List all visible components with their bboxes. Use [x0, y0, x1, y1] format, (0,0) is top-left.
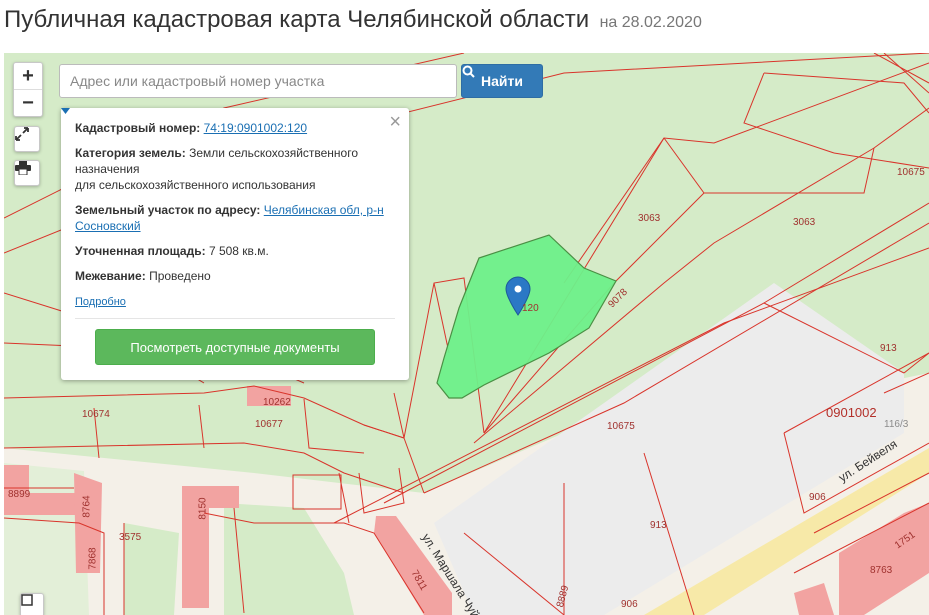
map-view[interactable]: 120 0901002 10675 3063 3063 9078 913 106…: [4, 53, 929, 615]
quarter-label: 0901002: [826, 405, 877, 420]
zoom-control: + −: [13, 62, 43, 117]
green-area: [224, 503, 354, 615]
parcel-label: 3063: [793, 217, 816, 228]
close-icon[interactable]: ×: [389, 112, 401, 132]
survey-value: Проведено: [149, 269, 211, 283]
address-row: Земельный участок по адресу: Челябинская…: [75, 202, 395, 234]
area-value: 7 508 кв.м.: [208, 244, 269, 258]
search-input[interactable]: [59, 64, 457, 98]
more-details-link[interactable]: Подробно: [61, 108, 126, 310]
parcel-label: 8764: [81, 495, 93, 518]
zoom-out-button[interactable]: −: [14, 89, 42, 116]
address-label: Земельный участок по адресу:: [75, 203, 261, 217]
parcel-label: 10675: [607, 421, 635, 432]
parcel-label: 3575: [119, 532, 142, 543]
expand-icon: [15, 127, 29, 141]
search-button-label: Найти: [481, 73, 523, 89]
page-date: на 28.02.2020: [599, 14, 702, 31]
search-icon: [462, 65, 475, 78]
cadastral-row: Кадастровый номер: 74:19:0901002:120: [75, 120, 395, 136]
category-value-2: для сельскохозяйственного использования: [75, 178, 316, 192]
triangle-down-icon: [61, 108, 70, 114]
ruler-icon: [21, 594, 33, 606]
building: [794, 583, 834, 615]
more-row: Подробно: [61, 108, 395, 310]
layers-button[interactable]: [20, 593, 44, 615]
parcel-label: 7868: [87, 547, 99, 570]
fullscreen-button[interactable]: [14, 126, 40, 152]
parcel-label: 116/3: [884, 419, 909, 430]
survey-row: Межевание: Проведено: [75, 268, 395, 284]
printer-icon: [15, 161, 31, 175]
cadastral-label: Кадастровый номер:: [75, 121, 201, 135]
category-label: Категория земель:: [75, 146, 186, 160]
area-row: Уточненная площадь: 7 508 кв.м.: [75, 243, 395, 259]
parcel-label: 913: [650, 520, 667, 531]
divider: [75, 318, 395, 319]
parcel-label: 906: [809, 492, 826, 503]
page-title: Публичная кадастровая карта Челябинской …: [4, 6, 590, 33]
parcel-label: 10675: [897, 167, 925, 178]
parcel-info-popup: × Кадастровый номер: 74:19:0901002:120 К…: [61, 108, 409, 380]
zoom-in-button[interactable]: +: [14, 63, 42, 89]
more-details-label: Подробно: [75, 296, 126, 308]
parcel-label: 906: [621, 599, 638, 610]
page-header: Публичная кадастровая карта Челябинской …: [4, 6, 702, 38]
parcel-label: 10674: [82, 409, 110, 420]
parcel-label: 8899: [8, 489, 31, 500]
parcel-label: 10677: [255, 419, 283, 430]
selected-parcel-label: 120: [522, 303, 539, 314]
parcel-label: 3063: [638, 213, 661, 224]
parcel-label: 913: [880, 343, 897, 354]
cadastral-link[interactable]: 74:19:0901002:120: [204, 121, 307, 135]
print-button[interactable]: [14, 160, 40, 186]
view-documents-button[interactable]: Посмотреть доступные документы: [95, 329, 375, 365]
parcel-label: 8763: [870, 565, 893, 576]
area-label: Уточненная площадь:: [75, 244, 206, 258]
search-button[interactable]: Найти: [461, 64, 543, 98]
parcel-label: 10262: [263, 397, 291, 408]
parcel-label: 8150: [197, 497, 209, 520]
category-row: Категория земель: Земли сельскохозяйстве…: [75, 145, 395, 193]
survey-label: Межевание:: [75, 269, 146, 283]
